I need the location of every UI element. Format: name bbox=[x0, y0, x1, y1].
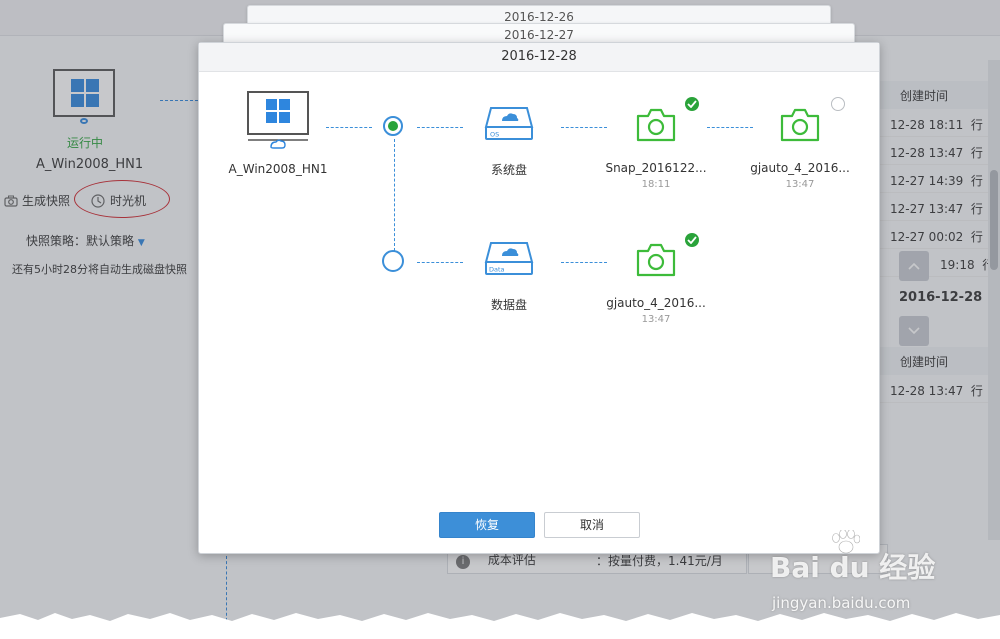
connector-line bbox=[326, 127, 372, 128]
data-disk-icon: Data bbox=[484, 242, 534, 275]
snapshot-name: gjauto_4_2016... bbox=[750, 161, 850, 175]
snapshot-time: 13:47 bbox=[785, 179, 815, 190]
connector-line bbox=[707, 127, 753, 128]
time-machine-dialog: 2016-12-28 A_Win2008_HN1 OS 系统盘 Snap_201… bbox=[198, 42, 880, 554]
watermark-logo: Bai du 经验 bbox=[770, 551, 936, 584]
connector-line bbox=[417, 262, 463, 263]
vm-monitor-icon bbox=[247, 91, 309, 149]
disk-tag: OS bbox=[490, 131, 499, 139]
checked-badge-icon bbox=[685, 233, 699, 247]
snapshot-name: Snap_2016122... bbox=[605, 161, 707, 175]
system-disk-radio[interactable] bbox=[383, 116, 403, 136]
unchecked-badge-icon[interactable] bbox=[831, 97, 845, 111]
snapshot-name: gjauto_4_2016... bbox=[606, 296, 706, 310]
system-disk-icon: OS bbox=[484, 107, 534, 140]
watermark-url: jingyan.baidu.com bbox=[772, 594, 911, 612]
data-disk-label: 数据盘 bbox=[490, 298, 527, 312]
dialog-title: 2016-12-28 bbox=[199, 43, 879, 72]
connector-line bbox=[394, 139, 395, 251]
snapshot-camera-icon[interactable] bbox=[635, 242, 677, 278]
snapshot-camera-icon[interactable] bbox=[779, 107, 821, 143]
cancel-button[interactable]: 取消 bbox=[544, 512, 640, 538]
vm-name-label: A_Win2008_HN1 bbox=[228, 162, 328, 176]
connector-line bbox=[561, 127, 607, 128]
restore-button[interactable]: 恢复 bbox=[439, 512, 535, 538]
system-disk-label: 系统盘 bbox=[490, 163, 527, 177]
disk-tag: Data bbox=[489, 266, 505, 274]
checked-badge-icon bbox=[685, 97, 699, 111]
snapshot-time: 18:11 bbox=[641, 179, 671, 190]
data-disk-radio[interactable] bbox=[382, 250, 404, 272]
baidu-jingyan-watermark: Bai du 经验 jingyan.baidu.com bbox=[770, 530, 960, 618]
snapshot-time: 13:47 bbox=[641, 314, 671, 325]
connector-line bbox=[561, 262, 607, 263]
connector-line bbox=[417, 127, 463, 128]
snapshot-camera-icon[interactable] bbox=[635, 107, 677, 143]
